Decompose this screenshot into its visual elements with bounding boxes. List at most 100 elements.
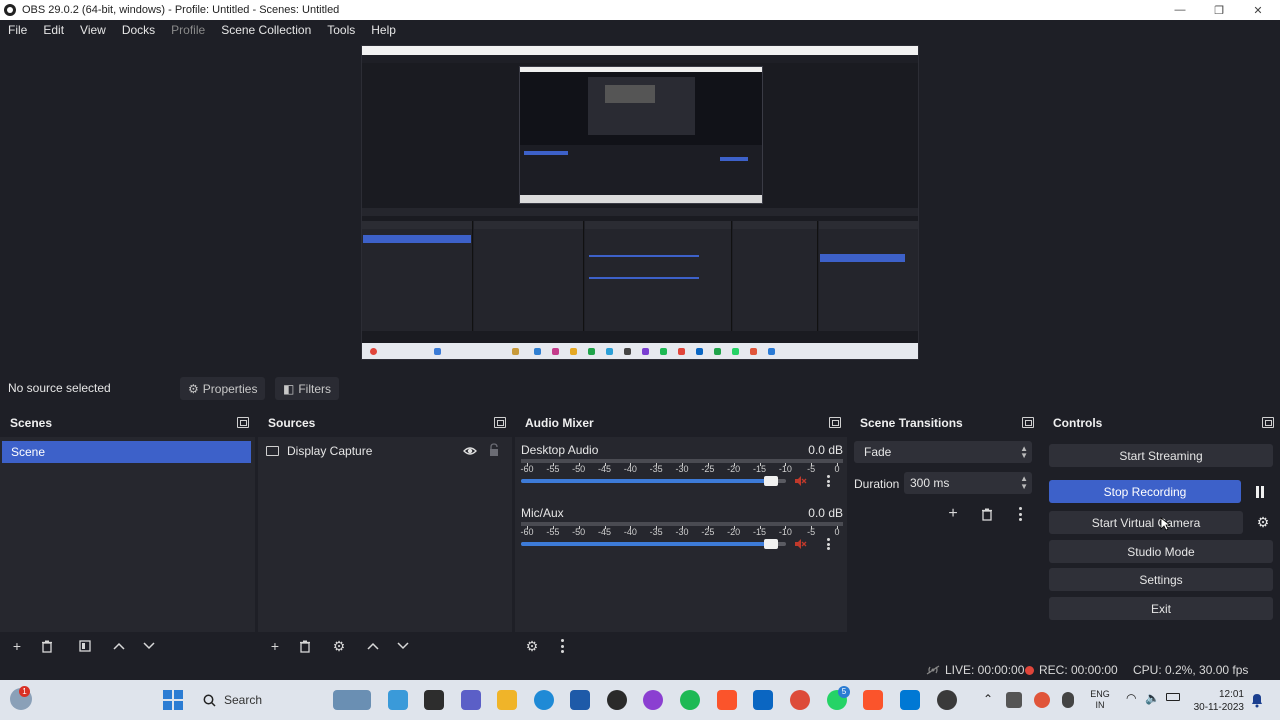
start-streaming-button[interactable]: Start Streaming — [1049, 444, 1273, 467]
microphone-icon[interactable] — [1062, 692, 1074, 708]
brave-icon[interactable] — [717, 690, 737, 710]
stop-recording-button[interactable]: Stop Recording — [1049, 480, 1241, 503]
studio-mode-button[interactable]: Studio Mode — [1049, 540, 1273, 563]
spotify-icon[interactable] — [680, 690, 700, 710]
obs-icon[interactable] — [937, 690, 957, 710]
undock-icon[interactable] — [829, 417, 841, 428]
menu-view[interactable]: View — [72, 23, 114, 37]
minimize-button[interactable]: — — [1160, 0, 1200, 20]
preview-taskbar-image — [362, 343, 918, 359]
properties-button[interactable]: ⚙ Properties — [180, 377, 266, 400]
spinner-icon[interactable]: ▲ ▼ — [1020, 475, 1028, 491]
undock-icon[interactable] — [1262, 417, 1274, 428]
pause-recording-button[interactable] — [1249, 480, 1271, 503]
file-explorer-icon[interactable] — [497, 690, 517, 710]
filters-label: Filters — [298, 381, 332, 396]
menu-tools[interactable]: Tools — [319, 23, 363, 37]
source-item[interactable]: Display Capture — [266, 442, 502, 460]
preview-nested-capture — [519, 66, 763, 204]
meter-tick-label: -20 — [727, 464, 741, 474]
move-scene-down-button[interactable] — [136, 635, 162, 657]
edge-icon[interactable] — [534, 690, 554, 710]
move-source-up-button[interactable] — [360, 635, 386, 657]
notification-bell-icon[interactable] — [1250, 692, 1264, 708]
vscode-icon[interactable] — [900, 690, 920, 710]
preview-canvas[interactable] — [361, 45, 919, 360]
volume-slider[interactable] — [521, 476, 786, 486]
close-button[interactable]: ✕ — [1238, 0, 1278, 20]
widgets-icon[interactable] — [333, 690, 371, 710]
brave-icon[interactable] — [863, 690, 883, 710]
volume-slider-handle[interactable] — [764, 476, 778, 486]
chevron-up-icon[interactable]: ⌃ — [983, 692, 993, 706]
remove-source-button[interactable] — [292, 635, 318, 657]
source-properties-button[interactable]: ⚙ — [326, 635, 352, 657]
filters-button[interactable]: ◧ Filters — [275, 377, 340, 400]
settings-button[interactable]: Settings — [1049, 568, 1273, 591]
start-virtual-camera-button[interactable]: Start Virtual Camera — [1049, 511, 1243, 534]
kebab-menu-icon — [557, 639, 567, 653]
tray-app2-icon[interactable] — [1034, 692, 1050, 708]
taskbar-search[interactable]: Search — [195, 688, 325, 712]
add-source-button[interactable]: + — [262, 635, 288, 657]
menu-scene-collection[interactable]: Scene Collection — [213, 23, 319, 37]
obs-logo-icon — [4, 4, 16, 16]
sources-list: Display Capture — [258, 437, 512, 632]
undock-icon[interactable] — [237, 417, 249, 428]
media-icon[interactable] — [607, 690, 627, 710]
copilot-icon[interactable] — [388, 690, 408, 710]
menu-profile[interactable]: Profile — [163, 23, 213, 37]
menu-docks[interactable]: Docks — [114, 23, 163, 37]
remove-scene-button[interactable] — [34, 635, 60, 657]
volume-slider[interactable] — [521, 539, 786, 549]
add-transition-button[interactable]: + — [943, 504, 963, 524]
linkedin-icon[interactable] — [753, 690, 773, 710]
clock-date: 30-11-2023 — [1193, 702, 1244, 713]
meter-tick-label: -35 — [649, 527, 663, 537]
windows-start-icon[interactable] — [163, 690, 183, 710]
language-indicator[interactable]: ENG IN — [1086, 689, 1114, 711]
kebab-menu-icon[interactable] — [823, 536, 833, 552]
window-title: OBS 29.0.2 (64-bit, windows) - Profile: … — [22, 4, 340, 16]
taskbar-clock[interactable]: 12:01 30-11-2023 — [1194, 688, 1244, 714]
undock-icon[interactable] — [494, 417, 506, 428]
menu-help[interactable]: Help — [363, 23, 404, 37]
sources-dock: Sources Display Capture + ⚙ — [258, 413, 512, 660]
move-source-down-button[interactable] — [390, 635, 416, 657]
transition-select[interactable]: Fade ▲ ▼ — [854, 441, 1032, 463]
meter-tick-label: -25 — [701, 527, 715, 537]
speaker-icon[interactable]: 🔈 — [1145, 691, 1160, 705]
remove-transition-button[interactable] — [977, 504, 997, 524]
mixer-menu-button[interactable] — [549, 635, 575, 657]
lock-icon[interactable] — [488, 443, 500, 457]
exit-button[interactable]: Exit — [1049, 597, 1273, 620]
undock-icon[interactable] — [1022, 417, 1034, 428]
speaker-muted-icon[interactable] — [793, 474, 807, 488]
cpu-status: CPU: 0.2%, 30.00 fps — [1133, 663, 1248, 677]
kebab-menu-icon[interactable] — [823, 473, 833, 489]
file-explorer-dark-icon[interactable] — [424, 690, 444, 710]
add-scene-button[interactable]: + — [4, 635, 30, 657]
virtual-camera-settings-button[interactable]: ⚙ — [1252, 511, 1274, 534]
speaker-muted-icon[interactable] — [793, 537, 807, 551]
duration-input[interactable]: 300 ms ▲ ▼ — [904, 472, 1032, 494]
tray-app-icon[interactable] — [1006, 692, 1022, 708]
teams-icon[interactable] — [461, 690, 481, 710]
scene-filters-button[interactable] — [72, 635, 98, 657]
store-icon[interactable] — [570, 690, 590, 710]
scene-item[interactable]: Scene — [2, 441, 251, 463]
wifi-icon[interactable]: ◠ — [1126, 691, 1136, 705]
sources-footer: + ⚙ — [258, 632, 512, 660]
app-purple-icon[interactable] — [643, 690, 663, 710]
move-scene-up-button[interactable] — [106, 635, 132, 657]
battery-icon[interactable] — [1166, 693, 1180, 701]
menu-file[interactable]: File — [0, 23, 35, 37]
restore-button[interactable]: ❐ — [1199, 0, 1239, 20]
transition-menu-button[interactable] — [1010, 504, 1030, 524]
advanced-audio-button[interactable]: ⚙ — [519, 635, 545, 657]
transition-value: Fade — [864, 445, 892, 459]
volume-slider-handle[interactable] — [764, 539, 778, 549]
chrome-icon[interactable] — [790, 690, 810, 710]
eye-icon[interactable] — [463, 444, 477, 458]
menu-edit[interactable]: Edit — [35, 23, 72, 37]
